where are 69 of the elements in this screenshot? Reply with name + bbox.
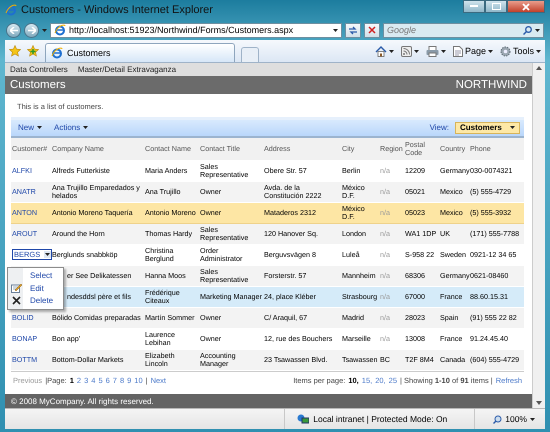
copyright-text: © 2008 MyCompany. All rights reserved.	[11, 396, 154, 406]
search-input[interactable]: Google	[387, 25, 520, 35]
close-icon	[522, 2, 530, 10]
delete-icon	[12, 296, 20, 306]
page-icon	[452, 46, 463, 56]
browser-logo-icon	[51, 47, 63, 59]
maximize-icon	[492, 3, 500, 10]
refresh-icon	[348, 26, 358, 34]
back-arrow-icon	[10, 26, 18, 34]
stop-button[interactable]	[364, 22, 380, 38]
security-zone: Local intranet | Protected Mode: On	[313, 414, 448, 424]
minimize-icon	[470, 5, 478, 8]
caret-icon	[536, 50, 541, 52]
favorites-star-icon[interactable]	[9, 45, 21, 57]
zoom-button[interactable]: 100%	[475, 414, 545, 424]
tools-button[interactable]: Tools	[500, 46, 541, 56]
printer-icon	[426, 46, 439, 56]
browser-tab[interactable]: Customers	[45, 43, 235, 62]
minimize-button[interactable]	[463, 0, 485, 13]
context-menu-item[interactable]: Edit	[8, 282, 63, 295]
context-menu-item[interactable]: Select	[8, 270, 63, 282]
intranet-icon	[297, 414, 310, 424]
close-button[interactable]	[507, 0, 545, 13]
page-title: Customers	[10, 78, 66, 91]
history-caret-icon	[42, 28, 47, 32]
forward-arrow-icon	[28, 26, 36, 34]
address-field[interactable]: http://localhost:51923/Northwind/Forms/Customers.aspx	[50, 22, 342, 38]
brand-name: NORTHWIND	[456, 78, 527, 91]
zoom-icon	[493, 414, 502, 424]
view-label: View:	[430, 123, 449, 132]
caret-icon	[488, 50, 493, 52]
scroll-up-icon[interactable]	[536, 66, 542, 70]
search-icon	[523, 26, 532, 34]
caret-icon	[535, 28, 540, 32]
action-menu-button[interactable]: New	[15, 123, 46, 132]
feeds-button[interactable]	[400, 46, 419, 56]
refresh-button[interactable]	[345, 22, 361, 38]
caret-icon	[414, 50, 419, 52]
back-button[interactable]	[6, 22, 21, 38]
print-button[interactable]	[426, 46, 446, 56]
page-button[interactable]: Page	[452, 46, 493, 56]
scroll-down-icon[interactable]	[536, 401, 542, 405]
context-menu-item[interactable]: Delete	[8, 294, 63, 308]
home-button[interactable]	[374, 46, 394, 56]
forward-button[interactable]	[24, 22, 39, 38]
gear-icon	[500, 46, 511, 56]
site-menu-item[interactable]: Data Controllers	[10, 64, 68, 74]
caret-icon	[388, 50, 394, 52]
scrollbar[interactable]	[532, 63, 545, 408]
caret-icon	[440, 50, 446, 52]
search-field[interactable]: Google	[383, 22, 544, 38]
site-menu-item[interactable]: Master/Detail Extravaganza	[78, 64, 176, 74]
caret-icon	[530, 418, 535, 420]
stop-icon	[368, 26, 376, 34]
caret-icon	[37, 126, 42, 130]
caret-icon	[83, 126, 88, 130]
maximize-button[interactable]	[485, 0, 507, 13]
view-dropdown[interactable]: Customers	[455, 122, 520, 134]
edit-icon	[10, 283, 22, 294]
browser-logo-icon	[5, 4, 17, 16]
home-icon	[374, 46, 387, 56]
caret-icon	[333, 28, 338, 32]
caret-icon	[510, 126, 515, 130]
add-favorite-icon[interactable]	[27, 45, 39, 57]
action-menu-button[interactable]: Actions	[51, 123, 92, 132]
caret-icon	[45, 253, 50, 256]
browser-logo-icon	[54, 24, 66, 36]
window-title: Customers - Windows Internet Explorer	[21, 4, 214, 16]
feed-icon	[400, 46, 412, 56]
